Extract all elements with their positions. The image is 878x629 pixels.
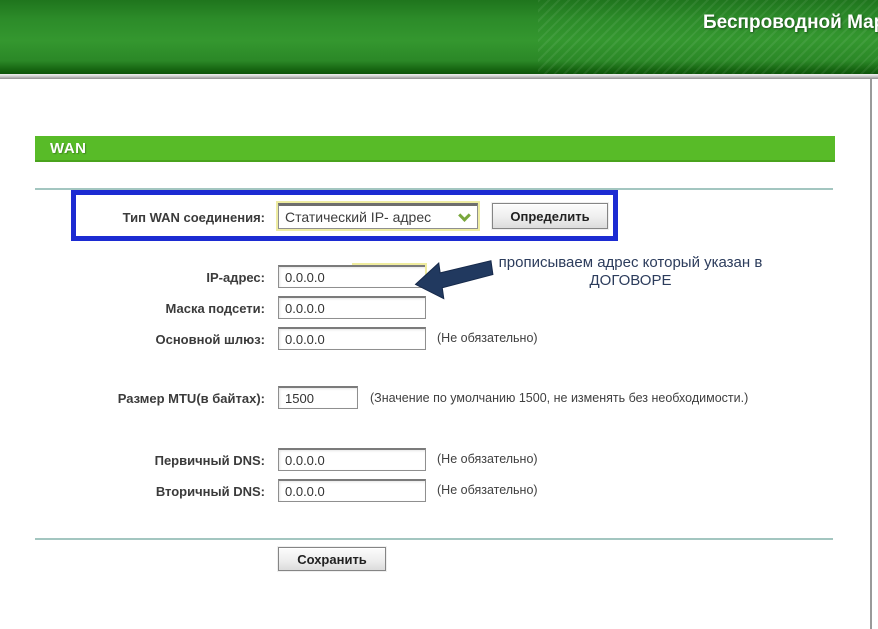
chevron-down-icon [458,209,471,222]
wan-type-selected-value: Статический IP- адрес [285,209,431,225]
annotation-text: прописываем адрес который указан в ДОГОВ… [478,254,783,290]
mask-input[interactable] [278,296,426,319]
dns2-label: Вторичный DNS: [0,484,265,499]
mask-label: Маска подсети: [0,301,265,316]
wan-type-select[interactable]: Статический IP- адрес [278,203,478,229]
banner-bottom-edge [0,74,878,79]
annotation-line2: ДОГОВОРЕ [478,272,783,290]
dns2-input[interactable] [278,479,426,502]
dns2-note: (Не обязательно) [437,483,538,497]
banner-title: Беспроводной Мар [703,12,878,34]
mtu-note: (Значение по умолчанию 1500, не изменять… [370,391,748,405]
wan-type-label: Тип WAN соединения: [0,210,265,225]
mtu-label: Размер MTU(в байтах): [0,391,265,406]
annotation-line1: прописываем адрес который указан в [478,254,783,272]
page-right-border [870,79,872,629]
mtu-input[interactable] [278,386,358,409]
ip-label: IP-адрес: [0,270,265,285]
section-title-bar: WAN [35,136,835,162]
save-button[interactable]: Сохранить [278,547,386,571]
dns1-note: (Не обязательно) [437,452,538,466]
divider-top [35,188,833,190]
divider-bottom [35,538,833,540]
gateway-label: Основной шлюз: [0,332,265,347]
top-banner: Беспроводной Мар [0,0,878,74]
ip-input[interactable] [278,265,426,288]
router-config-page: Беспроводной Мар WAN Тип WAN соединения:… [0,0,878,629]
gateway-input[interactable] [278,327,426,350]
gateway-note: (Не обязательно) [437,331,538,345]
dns1-label: Первичный DNS: [0,453,265,468]
detect-button[interactable]: Определить [492,203,608,229]
dns1-input[interactable] [278,448,426,471]
